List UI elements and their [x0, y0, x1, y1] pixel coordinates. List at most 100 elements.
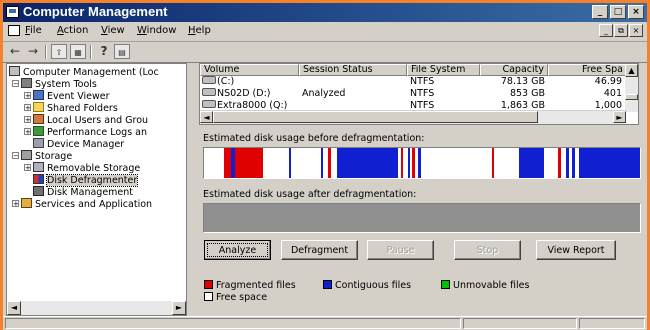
local-users-icon: [33, 114, 44, 124]
contiguous-segment: [518, 148, 545, 178]
status-cell: [302, 76, 406, 88]
volume-cell: NS02D (D:): [202, 88, 298, 100]
performance-logs-icon: [33, 126, 44, 136]
column-header-capacity[interactable]: Capacity: [480, 64, 548, 76]
fragmented-segment: [558, 148, 561, 178]
status-panel: [463, 318, 577, 329]
fragmented-segment: [223, 148, 263, 178]
close-button[interactable]: ×: [628, 5, 644, 19]
drive-icon: [202, 100, 216, 108]
scroll-left-icon[interactable]: ◄: [200, 111, 213, 123]
stop-button[interactable]: Stop: [454, 240, 521, 260]
contiguous-segment: [408, 148, 410, 178]
computer-management-window: Computer Management _ □ × File Action Vi…: [0, 0, 650, 330]
legend-contiguous: Contiguous files: [323, 280, 411, 291]
tree-item-storage[interactable]: Storage: [21, 150, 72, 162]
legend-free-space: Free space: [204, 292, 267, 303]
scroll-thumb[interactable]: [625, 94, 638, 100]
contiguous-segment: [417, 148, 421, 178]
up-folder-icon[interactable]: ⇧: [51, 44, 67, 59]
scroll-up-icon[interactable]: ▲: [625, 64, 638, 77]
tree-item-services-applications[interactable]: Services and Application: [21, 198, 152, 210]
free-space-swatch: [204, 292, 213, 301]
after-defrag-label: Estimated disk usage after defragmentati…: [203, 189, 417, 200]
disk-management-icon: [33, 186, 44, 196]
fragmented-segment: [491, 148, 494, 178]
analyze-button[interactable]: Analyze: [204, 240, 271, 260]
tree-item-event-viewer[interactable]: Event Viewer: [33, 90, 110, 102]
column-header-session-status[interactable]: Session Status: [299, 64, 407, 76]
expand-performance-logs-icon[interactable]: +: [24, 128, 31, 136]
tree-item-device-manager[interactable]: Device Manager: [33, 138, 124, 150]
scroll-left-icon[interactable]: ◄: [7, 301, 21, 315]
pause-button[interactable]: Pause: [367, 240, 434, 260]
computer-management-icon: [6, 6, 19, 18]
menu-file[interactable]: File: [25, 25, 42, 36]
expand-removable-storage-icon[interactable]: +: [24, 164, 31, 172]
maximize-button[interactable]: □: [610, 5, 626, 19]
shared-folders-icon: [33, 102, 44, 112]
console-tree-icon[interactable]: ▤: [114, 44, 130, 59]
scroll-right-icon[interactable]: ►: [613, 111, 626, 123]
tree-item-local-users-groups[interactable]: Local Users and Grou: [33, 114, 148, 126]
tree-horizontal-scrollbar[interactable]: ◄ ►: [7, 301, 186, 315]
tree-item-shared-folders[interactable]: Shared Folders: [33, 102, 118, 114]
removable-storage-icon: [33, 162, 44, 172]
collapse-system-tools-icon[interactable]: −: [12, 80, 19, 88]
menu-action[interactable]: Action: [57, 25, 88, 36]
scroll-thumb[interactable]: [213, 111, 538, 123]
minimize-button[interactable]: _: [592, 5, 608, 19]
tree-item-system-tools[interactable]: System Tools: [21, 78, 97, 90]
file-system-cell: NTFS: [410, 76, 435, 87]
system-tools-icon: [21, 78, 32, 88]
drive-icon: [202, 88, 216, 96]
collapse-storage-icon[interactable]: −: [12, 152, 19, 160]
disk-defragmenter-icon: [33, 174, 44, 184]
show-hide-tree-icon[interactable]: ▦: [70, 44, 86, 59]
legend-unmovable: Unmovable files: [441, 280, 529, 291]
child-close-button[interactable]: ×: [629, 24, 643, 37]
column-header-free-space[interactable]: Free Spa: [548, 64, 627, 76]
tree-item-disk-defragmenter[interactable]: Disk Defragmenter: [33, 174, 139, 187]
column-header-file-system[interactable]: File System: [407, 64, 480, 76]
toolbar-separator: [90, 45, 92, 59]
defragment-button[interactable]: Defragment: [281, 240, 358, 260]
tree-item-performance-logs[interactable]: Performance Logs an: [33, 126, 147, 138]
contiguous-segment: [565, 148, 570, 178]
toolbar: ← → ⇧ ▦ ? ▤: [3, 42, 647, 63]
back-arrow-icon[interactable]: ←: [7, 44, 23, 59]
contiguous-segment: [578, 148, 640, 178]
tree-item-computer-management[interactable]: Computer Management (Loc: [9, 66, 159, 78]
system-menu-icon[interactable]: [8, 25, 20, 36]
defragmenter-pane: Volume Session Status File System Capaci…: [189, 63, 647, 316]
free-space-cell: 46.99: [594, 76, 622, 87]
status-panel: [579, 318, 645, 329]
tree-item-removable-storage[interactable]: Removable Storage: [33, 162, 140, 174]
forward-arrow-icon[interactable]: →: [25, 44, 41, 59]
scroll-right-icon[interactable]: ►: [172, 301, 186, 315]
expand-event-viewer-icon[interactable]: +: [24, 92, 31, 100]
event-viewer-icon: [33, 90, 44, 100]
contiguous-segment: [572, 148, 575, 178]
menu-window[interactable]: Window: [137, 25, 176, 36]
view-report-button[interactable]: View Report: [536, 240, 616, 260]
menu-help[interactable]: Help: [188, 25, 211, 36]
child-restore-button[interactable]: ⧉: [614, 24, 628, 37]
title-bar[interactable]: Computer Management _ □ ×: [3, 3, 647, 22]
expand-shared-folders-icon[interactable]: +: [24, 104, 31, 112]
menu-view[interactable]: View: [101, 25, 125, 36]
contiguous-segment: [320, 148, 323, 178]
help-icon[interactable]: ?: [96, 44, 112, 59]
status-bar: [3, 316, 647, 330]
expand-services-icon[interactable]: +: [12, 200, 19, 208]
window-title: Computer Management: [23, 4, 168, 19]
expand-local-users-icon[interactable]: +: [24, 116, 31, 124]
contiguous-segment: [338, 148, 398, 178]
volume-list: Volume Session Status File System Capaci…: [199, 63, 639, 125]
drive-icon: [202, 76, 216, 84]
volume-list-vertical-scrollbar[interactable]: ▲: [625, 64, 638, 112]
child-minimize-button[interactable]: _: [599, 24, 613, 37]
tree-item-disk-management[interactable]: Disk Management: [33, 186, 133, 198]
column-header-volume[interactable]: Volume: [200, 64, 299, 76]
volume-list-horizontal-scrollbar[interactable]: ◄ ►: [200, 110, 626, 124]
